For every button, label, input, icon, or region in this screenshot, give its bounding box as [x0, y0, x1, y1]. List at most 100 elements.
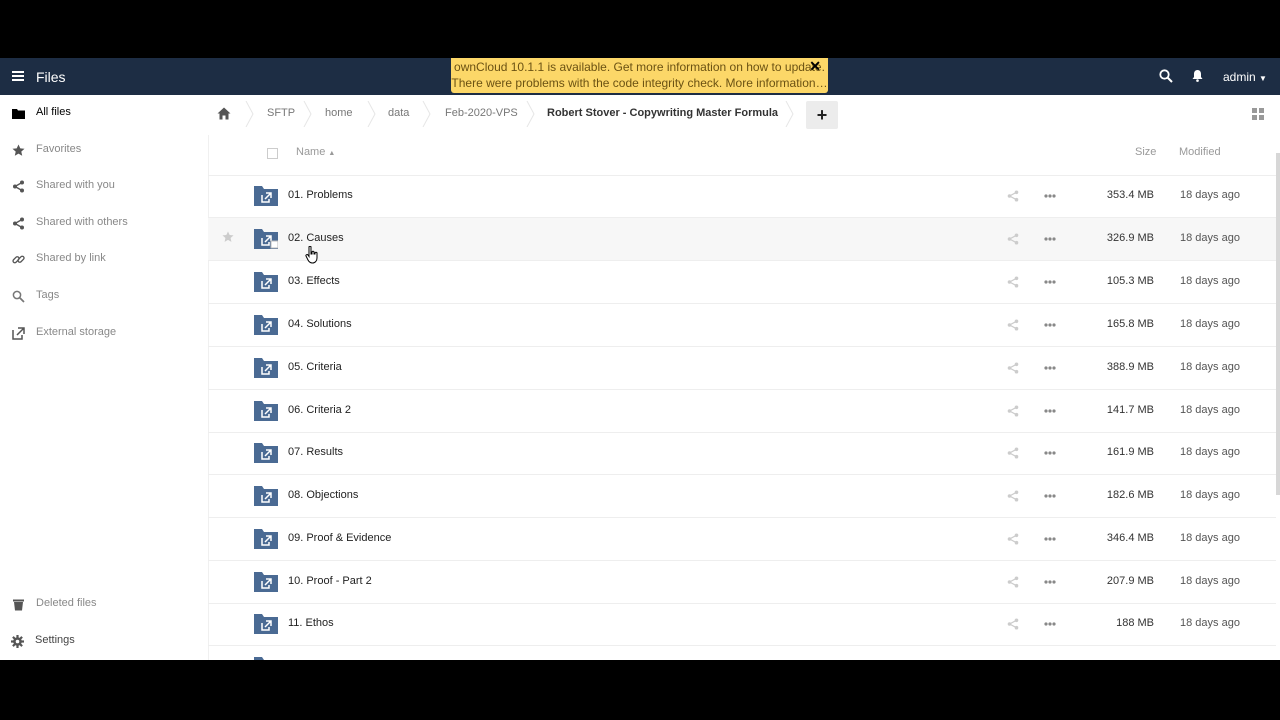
more-actions-icon[interactable] — [1044, 451, 1056, 455]
file-modified: 18 days ago — [1180, 489, 1240, 501]
table-row[interactable]: 01. Problems 353.4 MB 18 days ago — [208, 175, 1276, 218]
notification-line-1[interactable]: ownCloud 10.1.1 is available. Get more i… — [451, 59, 828, 75]
share-icon[interactable] — [1007, 490, 1019, 502]
name-column-header[interactable]: Name ▲ — [296, 146, 335, 158]
breadcrumb-feb-2020-vps[interactable]: Feb-2020-VPS — [445, 107, 518, 119]
file-name[interactable]: 10. Proof - Part 2 — [288, 575, 372, 587]
favorite-star-icon[interactable] — [222, 231, 234, 243]
file-name[interactable]: 06. Criteria 2 — [288, 404, 351, 416]
file-name[interactable]: 11. Ethos — [288, 617, 334, 629]
table-row[interactable]: 10. Proof - Part 2 207.9 MB 18 days ago — [208, 561, 1276, 604]
share-icon[interactable] — [1007, 405, 1019, 417]
file-name[interactable]: 08. Objections — [288, 489, 358, 501]
size-column-header[interactable]: Size — [1135, 146, 1156, 158]
bell-icon[interactable] — [1192, 69, 1203, 82]
more-actions-icon[interactable] — [1044, 237, 1056, 241]
file-table-header: Name ▲ Size Modified — [208, 135, 1276, 176]
modified-column-header[interactable]: Modified — [1179, 146, 1221, 158]
more-actions-icon[interactable] — [1044, 280, 1056, 284]
share-icon[interactable] — [1007, 362, 1019, 374]
share-icon[interactable] — [1007, 190, 1019, 202]
file-name[interactable]: 05. Criteria — [288, 361, 342, 373]
file-name[interactable]: 09. Proof & Evidence — [288, 532, 391, 544]
sidebar-item-label: Settings — [35, 634, 75, 646]
sidebar-item-shared-by-link[interactable]: Shared by link — [0, 241, 207, 277]
file-modified: 18 days ago — [1180, 575, 1240, 587]
more-actions-icon[interactable] — [1044, 194, 1056, 198]
select-all-checkbox[interactable] — [267, 148, 278, 159]
share-icon[interactable] — [1007, 319, 1019, 331]
file-name[interactable]: 03. Effects — [288, 275, 340, 287]
file-size: 346.4 MB — [1106, 532, 1154, 544]
file-name[interactable]: 07. Results — [288, 446, 343, 458]
more-actions-icon[interactable] — [1044, 409, 1056, 413]
external-folder-icon — [254, 529, 278, 549]
table-row[interactable]: 09. Proof & Evidence 346.4 MB 18 days ag… — [208, 518, 1276, 561]
sidebar-item-label: All files — [36, 106, 71, 118]
update-notification[interactable]: ownCloud 10.1.1 is available. Get more i… — [451, 58, 828, 93]
table-row[interactable]: 11. Ethos 188 MB 18 days ago — [208, 603, 1276, 646]
breadcrumb-separator — [245, 101, 254, 127]
breadcrumb-sftp[interactable]: SFTP — [267, 107, 295, 119]
settings-button[interactable]: Settings — [0, 623, 207, 659]
table-row-partial[interactable] — [208, 646, 1276, 660]
share-icon[interactable] — [1007, 618, 1019, 630]
more-actions-icon[interactable] — [1044, 366, 1056, 370]
search-icon[interactable] — [1159, 69, 1173, 83]
table-row[interactable]: 07. Results 161.9 MB 18 days ago — [208, 432, 1276, 475]
sidebar-item-label: Shared by link — [36, 252, 106, 264]
files-app: Files ownCloud 10.1.1 is available. Get … — [0, 58, 1280, 660]
sidebar-item-shared-with-others[interactable]: Shared with others — [0, 205, 207, 241]
notification-line-2[interactable]: There were problems with the code integr… — [451, 75, 828, 91]
breadcrumb-data[interactable]: data — [388, 107, 409, 119]
more-actions-icon[interactable] — [1044, 494, 1056, 498]
more-actions-icon[interactable] — [1044, 323, 1056, 327]
table-row[interactable]: 03. Effects 105.3 MB 18 days ago — [208, 261, 1276, 304]
external-folder-icon — [254, 443, 278, 463]
sidebar-item-tags[interactable]: Tags — [0, 278, 207, 314]
sidebar-item-deleted-files[interactable]: Deleted files — [0, 586, 207, 622]
grid-view-icon[interactable] — [1252, 108, 1264, 120]
table-row[interactable]: 04. Solutions 165.8 MB 18 days ago — [208, 304, 1276, 347]
home-icon[interactable] — [217, 107, 231, 120]
table-row[interactable]: 05. Criteria 388.9 MB 18 days ago — [208, 347, 1276, 390]
table-row[interactable]: 02. Causes 326.9 MB 18 days ago — [208, 218, 1276, 261]
file-modified: 18 days ago — [1180, 318, 1240, 330]
breadcrumb-separator — [785, 101, 794, 127]
close-icon[interactable]: ✕ — [809, 58, 821, 74]
caret-down-icon: ▼ — [1259, 74, 1267, 83]
file-size: 388.9 MB — [1106, 361, 1154, 373]
share-icon[interactable] — [1007, 533, 1019, 545]
new-button[interactable]: + — [806, 101, 838, 129]
file-name[interactable]: 02. Causes — [288, 232, 344, 244]
sidebar-item-label: Shared with you — [36, 179, 115, 191]
external-folder-icon — [254, 229, 278, 249]
user-menu[interactable]: admin ▼ — [1223, 70, 1267, 84]
sidebar-item-all-files[interactable]: All files — [0, 95, 207, 131]
tag-icon — [12, 290, 25, 303]
scrollbar[interactable] — [1276, 153, 1280, 495]
breadcrumb-current-folder[interactable]: Robert Stover - Copywriting Master Formu… — [547, 107, 778, 119]
share-icon[interactable] — [1007, 576, 1019, 588]
breadcrumb-home[interactable]: home — [325, 107, 353, 119]
share-icon[interactable] — [1007, 276, 1019, 288]
file-size: 141.7 MB — [1106, 404, 1154, 416]
top-header: Files ownCloud 10.1.1 is available. Get … — [0, 58, 1280, 95]
table-row[interactable]: 06. Criteria 2 141.7 MB 18 days ago — [208, 390, 1276, 433]
file-size: 165.8 MB — [1106, 318, 1154, 330]
user-name[interactable]: admin — [1223, 70, 1256, 84]
more-actions-icon[interactable] — [1044, 537, 1056, 541]
sidebar-item-favorites[interactable]: Favorites — [0, 132, 207, 168]
share-icon[interactable] — [1007, 447, 1019, 459]
menu-icon[interactable] — [12, 71, 24, 81]
file-name[interactable]: 04. Solutions — [288, 318, 352, 330]
sidebar-item-external-storage[interactable]: External storage — [0, 315, 207, 351]
more-actions-icon[interactable] — [1044, 622, 1056, 626]
more-actions-icon[interactable] — [1044, 580, 1056, 584]
table-row[interactable]: 08. Objections 182.6 MB 18 days ago — [208, 475, 1276, 518]
sidebar-item-shared-with-you[interactable]: Shared with you — [0, 168, 207, 204]
file-name[interactable]: 01. Problems — [288, 189, 353, 201]
app-title[interactable]: Files — [36, 69, 66, 85]
file-size: 207.9 MB — [1106, 575, 1154, 587]
share-icon[interactable] — [1007, 233, 1019, 245]
